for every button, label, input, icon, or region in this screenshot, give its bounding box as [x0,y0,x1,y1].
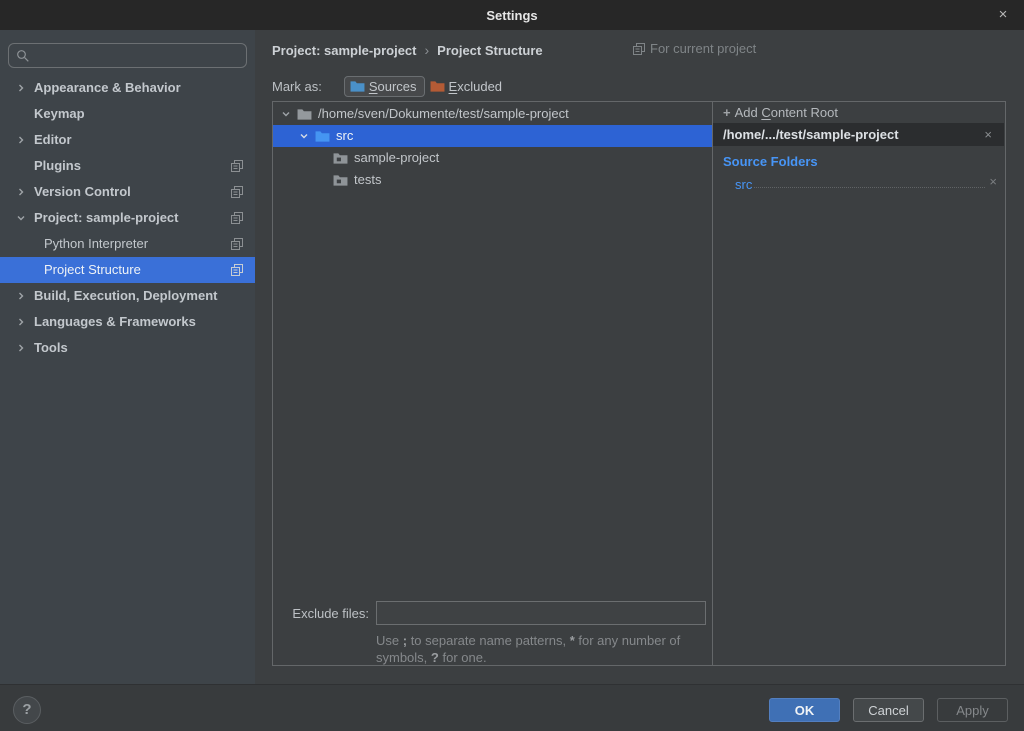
chevron-right-icon[interactable] [16,83,26,93]
sources-folder-icon [350,80,365,93]
dialog-footer: ? OK Cancel Apply [0,684,1024,731]
source-folder-row[interactable]: src × [735,172,997,192]
per-project-icon [231,186,243,198]
chevron-right-icon[interactable] [16,135,26,145]
tree-row-label: tests [354,169,381,191]
sidebar-item-label: Project: sample-project [34,205,179,231]
sidebar-item-label: Keymap [34,101,85,127]
sidebar-item-label: Plugins [34,153,81,179]
breadcrumb: Project: sample-project › Project Struct… [272,40,543,60]
search-input[interactable] [35,48,246,63]
exclude-files-help: Use ; to separate name patterns, * for a… [376,632,716,666]
chevron-down-icon[interactable] [16,213,26,223]
folder-icon [333,174,348,187]
chevron-right-icon[interactable] [16,317,26,327]
sidebar-item-label: Languages & Frameworks [34,309,196,335]
sidebar-item-editor[interactable]: Editor [0,127,255,153]
tree-row-tests[interactable]: tests [273,169,712,191]
tree-row-sample-project[interactable]: sample-project [273,147,712,169]
mark-excluded-button[interactable]: Excluded [425,77,509,96]
sidebar-item-build-execution-deployment[interactable]: Build, Execution, Deployment [0,283,255,309]
sidebar-item-label: Editor [34,127,72,153]
mark-as-label: Mark as: [272,79,322,94]
add-content-root-button[interactable]: +Add Content Root [713,102,1004,123]
mark-sources-label: Sources [369,79,417,94]
remove-content-root-icon[interactable]: × [984,123,992,146]
sidebar-item-label: Tools [34,335,68,361]
sidebar-item-project-structure[interactable]: Project Structure [0,257,255,283]
per-project-icon [633,43,645,55]
mark-as-row: Mark as: Sources Excluded [272,74,509,98]
ok-button[interactable]: OK [769,698,840,722]
excluded-folder-icon [430,80,445,93]
chevron-right-icon[interactable] [16,187,26,197]
sidebar-item-python-interpreter[interactable]: Python Interpreter [0,231,255,257]
close-icon[interactable]: × [992,4,1014,26]
dialog-titlebar: Settings × [0,0,1024,30]
exclude-files-label: Exclude files: [273,602,369,625]
source-folders-title: Source Folders [723,154,818,169]
sidebar-item-label: Appearance & Behavior [34,75,181,101]
sidebar-item-label: Version Control [34,179,131,205]
tree-row-src[interactable]: src [273,125,712,147]
content-root-path-row[interactable]: /home/.../test/sample-project × [713,123,1004,146]
mark-sources-button[interactable]: Sources [344,76,425,97]
folder-icon [297,108,312,121]
sidebar-item-keymap[interactable]: Keymap [0,101,255,127]
scope-note: For current project [633,41,756,56]
folder-icon [333,152,348,165]
sidebar-item-plugins[interactable]: Plugins [0,153,255,179]
breadcrumb-item[interactable]: Project: sample-project [272,43,417,58]
breadcrumb-separator: › [425,42,430,58]
tree-row-label: /home/sven/Dokumente/test/sample-project [318,103,569,125]
cancel-button[interactable]: Cancel [853,698,924,722]
sidebar-item-languages-frameworks[interactable]: Languages & Frameworks [0,309,255,335]
dialog-title: Settings [486,8,537,23]
footer-buttons: OK Cancel Apply [769,698,1008,722]
apply-button[interactable]: Apply [937,698,1008,722]
mark-excluded-label: Excluded [449,79,502,94]
sidebar-item-label: Project Structure [44,257,141,283]
per-project-icon [231,238,243,250]
chevron-down-icon[interactable] [281,109,292,119]
sidebar-item-version-control[interactable]: Version Control [0,179,255,205]
search-box[interactable] [8,43,247,68]
sidebar-item-tools[interactable]: Tools [0,335,255,361]
help-button[interactable]: ? [13,696,41,724]
sidebar-item-label: Python Interpreter [44,231,148,257]
tree-row-label: src [336,125,353,147]
chevron-right-icon[interactable] [16,291,26,301]
per-project-icon [231,212,243,224]
content-root-path: /home/.../test/sample-project [723,127,899,142]
tree-row-label: sample-project [354,147,439,169]
dotted-leader [754,187,985,188]
source-folder-name: src [735,177,752,192]
search-icon [16,49,30,63]
per-project-icon [231,160,243,172]
chevron-down-icon[interactable] [299,131,310,141]
per-project-icon [231,264,243,276]
exclude-files-input[interactable] [376,601,706,625]
breadcrumb-item[interactable]: Project Structure [437,43,542,58]
sidebar-item-label: Build, Execution, Deployment [34,283,217,309]
scope-note-label: For current project [650,41,756,56]
content-root-details-panel: +Add Content Root /home/.../test/sample-… [713,101,1006,666]
plus-icon: + [723,105,731,120]
chevron-right-icon[interactable] [16,343,26,353]
sidebar-item-appearance-behavior[interactable]: Appearance & Behavior [0,75,255,101]
settings-sidebar: Appearance & Behavior Keymap Editor Plug… [0,30,255,684]
tree-row-content-root[interactable]: /home/sven/Dokumente/test/sample-project [273,103,712,125]
content-roots-tree-panel: /home/sven/Dokumente/test/sample-project… [272,101,713,666]
sidebar-item-project-sample-project[interactable]: Project: sample-project [0,205,255,231]
source-folder-icon [315,130,330,143]
remove-source-folder-icon[interactable]: × [989,172,997,192]
